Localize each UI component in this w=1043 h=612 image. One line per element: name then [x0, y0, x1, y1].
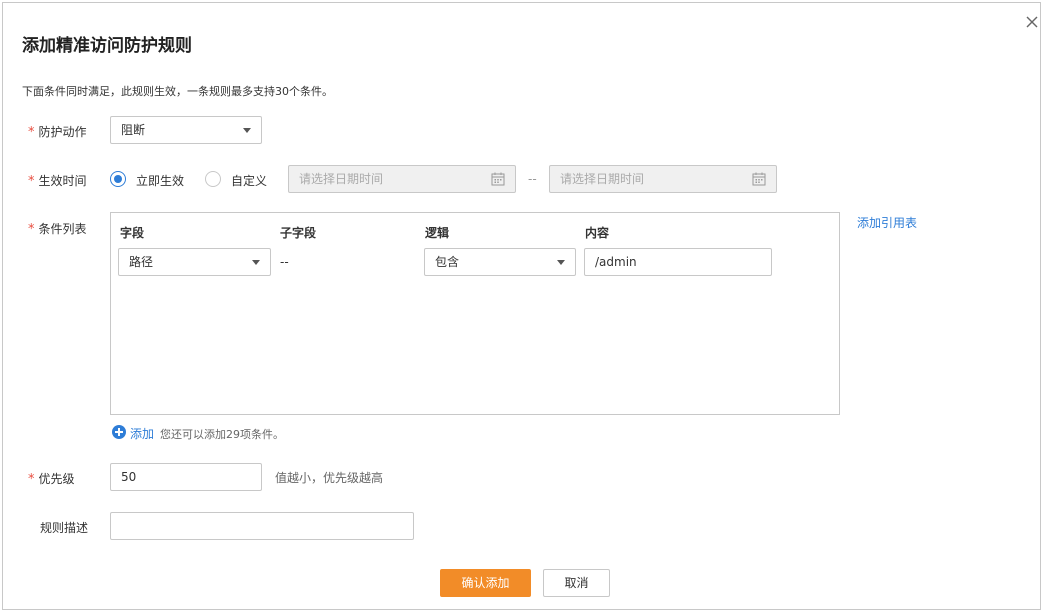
dialog-hint: 下面条件同时满足，此规则生效，一条规则最多支持30个条件。 [22, 85, 333, 98]
header-field: 字段 [120, 226, 145, 240]
add-circle-icon[interactable] [112, 425, 126, 439]
end-datetime-placeholder: 请选择日期时间 [560, 172, 645, 186]
priority-hint: 值越小，优先级越高 [275, 471, 384, 485]
protective-action-label: * 防护动作 [28, 123, 87, 140]
header-content: 内容 [585, 226, 610, 240]
priority-input[interactable]: 50 [110, 463, 262, 491]
required-star: * [28, 222, 35, 237]
condition-logic-select[interactable]: 包含 [424, 248, 576, 276]
add-condition-link[interactable]: 添加 [130, 425, 154, 442]
header-logic: 逻辑 [425, 226, 450, 240]
add-condition-hint: 您还可以添加29项条件。 [160, 428, 284, 441]
add-reference-table-link[interactable]: 添加引用表 [857, 214, 917, 231]
chevron-down-icon [557, 260, 565, 265]
condition-subfield-value: -- [280, 255, 289, 269]
calendar-icon [752, 172, 766, 186]
chevron-down-icon [252, 260, 260, 265]
required-star: * [28, 174, 35, 189]
radio-immediate-label: 立即生效 [136, 174, 185, 188]
conditions-label-text: 条件列表 [38, 222, 87, 236]
condition-content-input[interactable]: /admin [584, 248, 772, 276]
condition-content-value: /admin [595, 255, 637, 269]
description-label: 规则描述 [40, 521, 89, 535]
end-datetime-input[interactable]: 请选择日期时间 [549, 165, 777, 193]
required-star: * [28, 472, 35, 487]
header-subfield: 子字段 [280, 226, 317, 240]
effective-time-label-text: 生效时间 [38, 174, 87, 188]
condition-field-select[interactable]: 路径 [118, 248, 271, 276]
protective-action-label-text: 防护动作 [38, 125, 87, 139]
effective-time-label: * 生效时间 [28, 172, 87, 189]
protective-action-select[interactable]: 阻断 [110, 116, 262, 144]
radio-immediate[interactable] [110, 171, 126, 187]
confirm-add-button[interactable]: 确认添加 [440, 569, 531, 597]
condition-logic-value: 包含 [435, 255, 460, 269]
datetime-separator: -- [528, 172, 537, 186]
start-datetime-input[interactable]: 请选择日期时间 [288, 165, 516, 193]
chevron-down-icon [243, 128, 251, 133]
priority-value: 50 [121, 470, 137, 484]
close-icon[interactable] [1023, 13, 1041, 31]
radio-custom-label: 自定义 [231, 174, 268, 188]
calendar-icon [491, 172, 505, 186]
radio-custom[interactable] [205, 171, 221, 187]
description-input[interactable] [110, 512, 414, 540]
dialog-title: 添加精准访问防护规则 [22, 36, 192, 56]
priority-label-text: 优先级 [38, 472, 75, 486]
condition-field-value: 路径 [129, 255, 154, 269]
priority-label: * 优先级 [28, 470, 75, 487]
start-datetime-placeholder: 请选择日期时间 [299, 172, 384, 186]
conditions-panel [110, 212, 840, 415]
conditions-label: * 条件列表 [28, 220, 87, 237]
required-star: * [28, 125, 35, 140]
cancel-button[interactable]: 取消 [543, 569, 610, 597]
protective-action-value: 阻断 [121, 123, 146, 137]
